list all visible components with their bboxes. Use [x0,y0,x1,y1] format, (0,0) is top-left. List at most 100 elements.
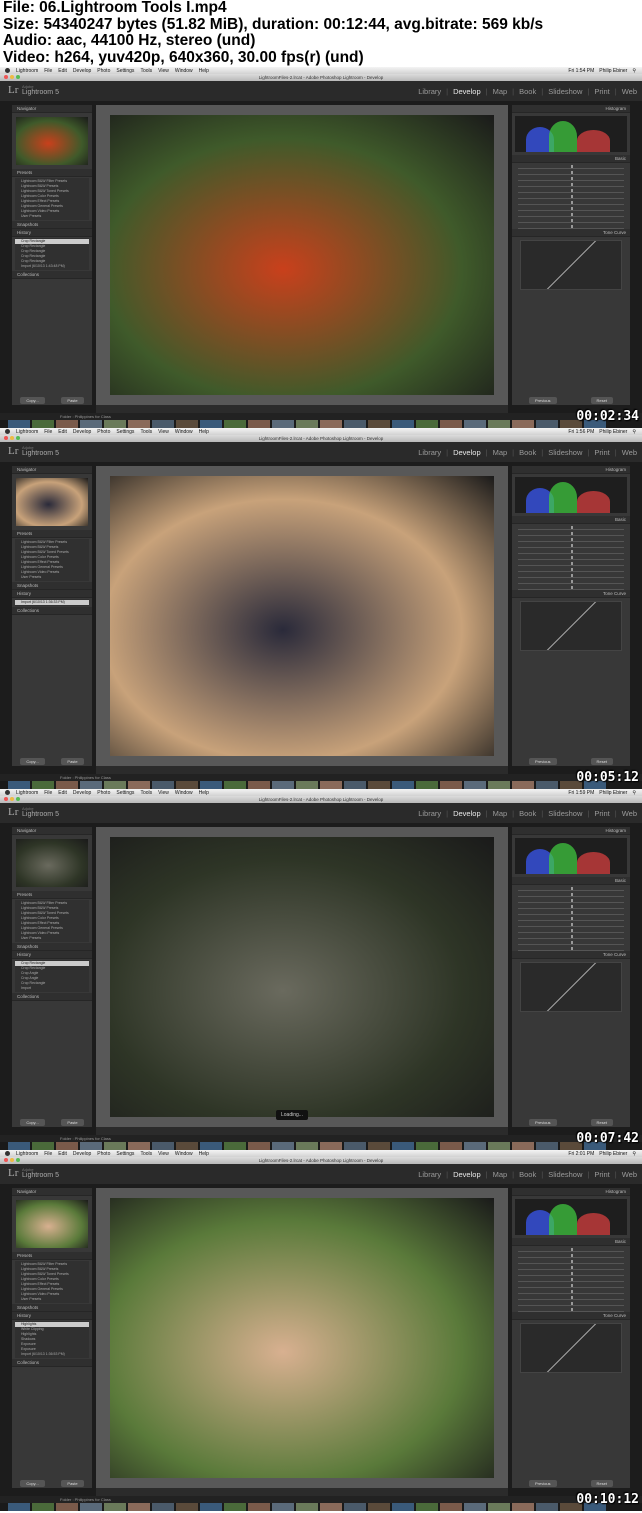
menu-item-edit[interactable]: Edit [58,1151,67,1157]
module-tab-print[interactable]: Print [594,87,609,96]
minimize-window-button[interactable] [10,436,14,440]
filmstrip-thumbnail[interactable] [440,1503,462,1511]
filmstrip-thumbnail[interactable] [416,1503,438,1511]
filmstrip-thumbnail[interactable] [536,420,558,428]
snapshots-header[interactable]: Snapshots [12,1304,92,1312]
navigator-preview[interactable] [16,117,88,165]
filmstrip-thumbnail[interactable] [464,781,486,789]
photo-image[interactable] [110,837,494,1117]
zoom-window-button[interactable] [16,1158,20,1162]
tone-curve-header[interactable]: Tone Curve [512,590,630,598]
menu-item-tools[interactable]: Tools [140,790,152,796]
preset-folder[interactable]: User Presets [15,214,89,219]
filmstrip-thumbnail[interactable] [488,781,510,789]
preset-folder[interactable]: User Presets [15,1297,89,1302]
filmstrip-thumbnail[interactable] [344,420,366,428]
saturation-slider[interactable] [518,1306,624,1312]
filmstrip-thumbnail[interactable] [128,420,150,428]
filmstrip-thumbnail[interactable] [272,781,294,789]
zoom-window-button[interactable] [16,436,20,440]
histogram-header[interactable]: Histogram [512,827,630,835]
filmstrip-thumbnail[interactable] [176,420,198,428]
photo-canvas[interactable]: Loading... [96,827,508,1127]
menu-item-window[interactable]: Window [175,1151,193,1157]
module-tab-map[interactable]: Map [493,448,508,457]
filmstrip-thumbnail[interactable] [32,781,54,789]
preset-folder[interactable]: User Presets [15,936,89,941]
zoom-window-button[interactable] [16,797,20,801]
tone-curve-graph[interactable] [520,601,622,651]
filmstrip-thumbnail[interactable] [200,1503,222,1511]
history-header[interactable]: History [12,590,92,598]
filmstrip-thumbnail[interactable] [176,1142,198,1150]
module-tab-library[interactable]: Library [418,1170,441,1179]
filmstrip-thumbnail[interactable] [56,781,78,789]
snapshots-header[interactable]: Snapshots [12,221,92,229]
module-tab-slideshow[interactable]: Slideshow [548,448,582,457]
photo-canvas[interactable] [96,105,508,405]
filmstrip-thumbnail[interactable] [104,1503,126,1511]
module-tab-print[interactable]: Print [594,1170,609,1179]
menu-item-file[interactable]: File [44,68,52,74]
module-tab-library[interactable]: Library [418,809,441,818]
module-tab-map[interactable]: Map [493,809,508,818]
filmstrip-thumbnail[interactable] [152,420,174,428]
filmstrip-thumbnail[interactable] [344,1142,366,1150]
menubar-user[interactable]: Philip Ebiner [599,790,627,796]
histogram-header[interactable]: Histogram [512,105,630,113]
filmstrip-thumbnail[interactable] [8,420,30,428]
filmstrip-thumbnail[interactable] [8,1503,30,1511]
filmstrip-thumbnail[interactable] [512,420,534,428]
zoom-window-button[interactable] [16,75,20,79]
basic-panel-header[interactable]: Basic [512,1238,630,1246]
close-window-button[interactable] [4,436,8,440]
filmstrip-thumbnail[interactable] [224,1503,246,1511]
filmstrip-thumbnail[interactable] [440,781,462,789]
preset-folder[interactable]: User Presets [15,575,89,580]
module-tab-map[interactable]: Map [493,87,508,96]
filmstrip-thumbnail[interactable] [8,1142,30,1150]
filmstrip-thumbnail[interactable] [440,1142,462,1150]
menu-item-edit[interactable]: Edit [58,790,67,796]
basic-panel-header[interactable]: Basic [512,877,630,885]
filmstrip-thumbnail[interactable] [488,1503,510,1511]
filmstrip-thumbnail[interactable] [128,1142,150,1150]
filmstrip-thumbnail[interactable] [224,1142,246,1150]
basic-panel-header[interactable]: Basic [512,516,630,524]
previous-button[interactable]: Previous [528,1479,557,1487]
menu-item-settings[interactable]: Settings [116,790,134,796]
filmstrip-thumbnail[interactable] [320,1142,342,1150]
histogram-header[interactable]: Histogram [512,1188,630,1196]
module-tab-book[interactable]: Book [519,87,536,96]
filmstrip-thumbnail[interactable] [296,1503,318,1511]
module-tab-library[interactable]: Library [418,87,441,96]
filmstrip-thumbnail[interactable] [320,420,342,428]
menu-item-view[interactable]: View [158,429,169,435]
filmstrip-thumbnail[interactable] [56,1503,78,1511]
menu-item-develop[interactable]: Develop [73,790,91,796]
module-tab-library[interactable]: Library [418,448,441,457]
presets-header[interactable]: Presets [12,1252,92,1260]
saturation-slider[interactable] [518,945,624,951]
module-tab-book[interactable]: Book [519,1170,536,1179]
tone-curve-header[interactable]: Tone Curve [512,951,630,959]
module-tab-web[interactable]: Web [622,1170,637,1179]
tone-curve-header[interactable]: Tone Curve [512,229,630,237]
module-tab-develop[interactable]: Develop [453,1170,481,1179]
menu-item-tools[interactable]: Tools [140,1151,152,1157]
module-tab-slideshow[interactable]: Slideshow [548,87,582,96]
filmstrip-thumbnail[interactable] [392,781,414,789]
previous-button[interactable]: Previous [528,1118,557,1126]
copy-settings-button[interactable]: Copy... [20,757,45,765]
menu-item-lightroom[interactable]: Lightroom [16,68,38,74]
module-tab-slideshow[interactable]: Slideshow [548,1170,582,1179]
snapshots-header[interactable]: Snapshots [12,943,92,951]
menu-item-window[interactable]: Window [175,429,193,435]
history-step[interactable]: Import [15,986,89,991]
filmstrip-thumbnail[interactable] [416,1142,438,1150]
filmstrip-thumbnail[interactable] [488,1142,510,1150]
filmstrip-thumbnail[interactable] [56,420,78,428]
filmstrip-thumbnail[interactable] [296,781,318,789]
filmstrip-thumbnail[interactable] [8,781,30,789]
filmstrip-thumbnail[interactable] [32,1503,54,1511]
